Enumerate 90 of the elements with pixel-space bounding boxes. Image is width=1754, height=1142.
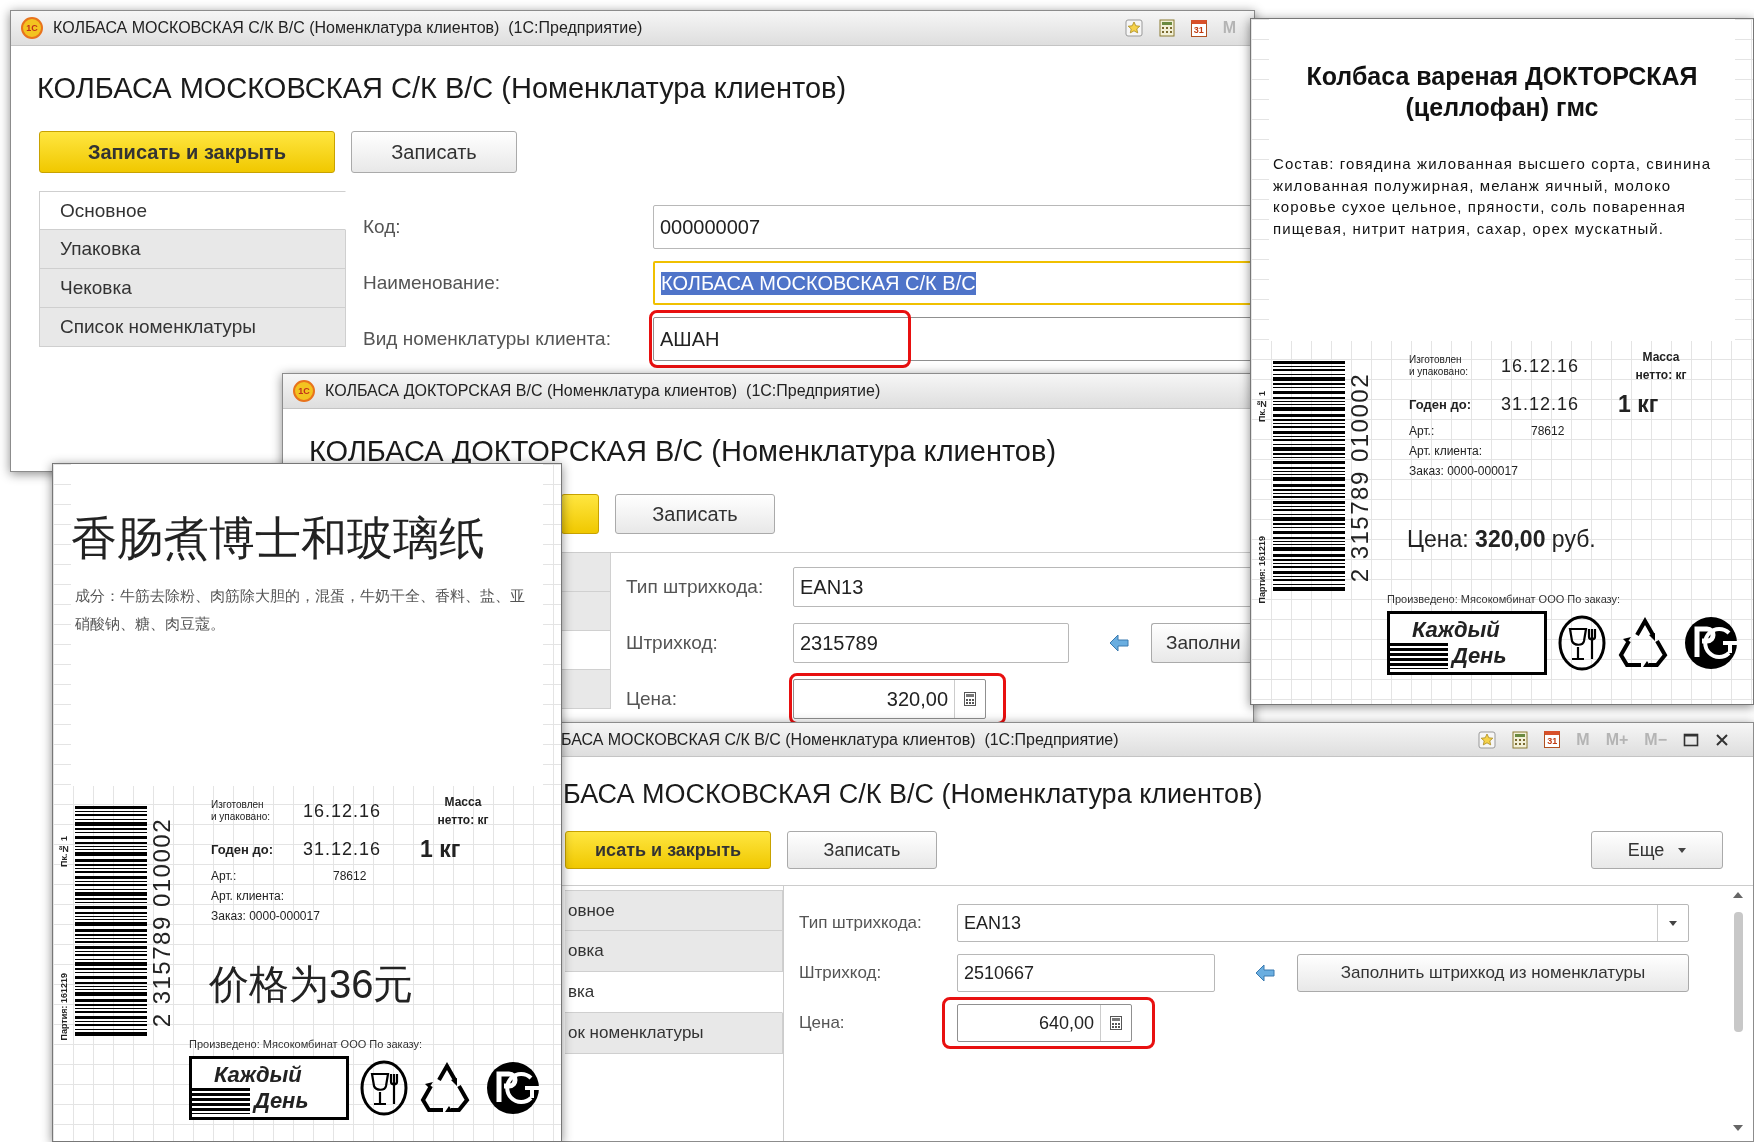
save-button[interactable]: Записать [787,831,937,869]
fill-barcode-button[interactable]: Заполнить штрихкод из номенклатуры [1297,954,1689,992]
arrow-left-icon[interactable] [1255,964,1275,982]
form-title: КОЛБАСА МОСКОВСКАЯ С/К В/С (Номенклатура клиентов) [37,72,847,105]
mass-value: 1 кг [419,835,462,863]
field-label: Наименование: [363,272,501,294]
field-label: Цена: [799,1013,846,1033]
calculator-icon[interactable] [1158,19,1175,37]
certification-mark-icon [1683,615,1739,671]
app-logo: 1С [21,17,43,39]
form-title: БАСА МОСКОВСКАЯ С/К В/С (Номенклатура клиентов) [563,778,1263,810]
save-and-close-button[interactable] [561,494,599,534]
best-before-label: Годен до: [211,840,274,859]
product-name: Колбаса вареная ДОКТОРСКАЯ (целлофан) гмс [1269,19,1735,141]
tab[interactable]: Упаковка [39,230,346,269]
tab[interactable]: овка [565,931,783,972]
scroll-down-icon[interactable] [1733,1125,1743,1131]
certification-mark-icon [485,1060,541,1116]
brand-logo: Каждый День [1387,611,1547,675]
calculator-icon[interactable] [1512,730,1529,749]
favorite-star-icon[interactable] [1124,19,1143,37]
field-label: Тип штрихкода: [626,576,765,598]
tab[interactable]: Список номенклатуры [39,308,346,347]
input-field[interactable]: EAN13 [793,567,1253,607]
field-label: Штрихкод: [799,963,883,983]
article-label: Арт.: [1409,423,1436,440]
field-label: Тип штрихкода: [799,913,923,933]
input-field[interactable]: 2315789 [793,623,1069,663]
window-title: КОЛБАСА ДОКТОРСКАЯ В/С (Номенклатура клиентов) (1С:Предприятие) [325,382,881,400]
fill-barcode-button[interactable]: Заполни [1151,623,1253,663]
dropdown-field[interactable]: EAN13 [957,904,1689,942]
producer-text: Произведено: Мясокомбинат ООО По заказу: [1387,593,1621,605]
maximize-icon[interactable] [1683,731,1699,748]
batch-number: Партия: 161219 [1257,536,1267,604]
field-label: Штрихкод: [626,632,719,654]
article-value: 78612 [332,868,368,885]
price-text: Цена: 320,00 руб. [1407,525,1596,553]
article-value: 78612 [1530,423,1566,440]
input-field[interactable]: 2510667 [957,954,1215,992]
save-button[interactable]: Записать [615,494,775,534]
pack-number: Пк.№ 1 [1257,391,1267,422]
brand-logo: Каждый День [189,1056,349,1120]
calendar-icon[interactable]: 31 [1544,731,1561,748]
made-date: 16.12.16 [303,800,383,822]
close-icon[interactable] [1715,732,1729,747]
pack-number: Пк.№ 1 [59,836,69,867]
batch-number: Партия: 161219 [59,973,69,1041]
producer-text: Произведено: Мясокомбинат ООО По заказу: [189,1038,423,1050]
client-article-label: Арт. клиента: [211,888,285,905]
mass-label: Масса нетто: кг [436,794,490,829]
arrow-left-icon[interactable] [1109,634,1129,652]
order-number: Заказ: 0000-000017 [211,908,321,925]
input-field[interactable]: 640,00 [957,1004,1132,1042]
caret-icon [1678,847,1687,853]
mass-label: Масса нетто: кг [1634,349,1688,384]
barcode-number: 2 315789 010002 [1347,373,1373,583]
best-before-label: Годен до: [1409,395,1472,414]
field-label: Код: [363,216,402,238]
tab[interactable]: Основное [39,191,346,230]
best-before-date: 31.12.16 [303,838,383,860]
scroll-up-icon[interactable] [1733,892,1743,898]
window-title: КОЛБАСА МОСКОВСКАЯ С/К В/С (Номенклатура клиентов) (1С:Предприятие) [53,19,643,37]
best-before-date: 31.12.16 [1501,393,1581,415]
composition-text: Состав: говядина жилованная высшего сорта, свинина жилованная полужирная, меланж яичный, молоко коровье сухое цельное, пряности, соль поваренная пищевая, нитрит натрия, сахар, орех мускатный. [1273,155,1712,237]
tab[interactable]: Чековка [39,269,346,308]
order-number: Заказ: 0000-000017 [1409,463,1519,480]
input-field[interactable]: 320,00 [793,679,986,719]
save-button[interactable]: Записать [351,131,517,173]
composition-text: 成分：牛筋去除粉、肉筋除大胆的，混蛋，牛奶干全、香料、盐、亚硝酸钠、糖、肉豆蔻。 [75,587,525,632]
field-label: Вид номенклатуры клиента: [363,328,612,350]
app-logo: 1С [293,380,315,402]
window-title: БАСА МОСКОВСКАЯ С/К В/С (Номенклатура клиентов) (1С:Предприятие) [561,730,1119,749]
field-label: Цена: [626,688,678,710]
calendar-icon[interactable]: 31 [1190,19,1207,37]
product-name: 香肠煮博士和玻璃纸 [71,464,543,582]
barcode-number: 2 315789 010002 [149,818,175,1028]
glass-fork-icon [359,1060,409,1116]
save-and-close-button[interactable]: исать и закрыть [565,831,771,869]
price-text: 价格为36元 [209,960,414,1008]
client-article-label: Арт. клиента: [1409,443,1483,460]
more-button[interactable]: Еще [1591,831,1723,869]
article-label: Арт.: [211,868,238,885]
save-and-close-button[interactable]: Записать и закрыть [39,131,335,173]
made-label: Изготовлен и упаковано: [211,798,271,824]
mass-value: 1 кг [1617,390,1660,418]
glass-fork-icon [1557,615,1607,671]
tab[interactable]: ок номенклатуры [565,1013,783,1054]
made-date: 16.12.16 [1501,355,1581,377]
tab[interactable]: овное [565,890,783,931]
made-label: Изготовлен и упаковано: [1409,353,1469,379]
